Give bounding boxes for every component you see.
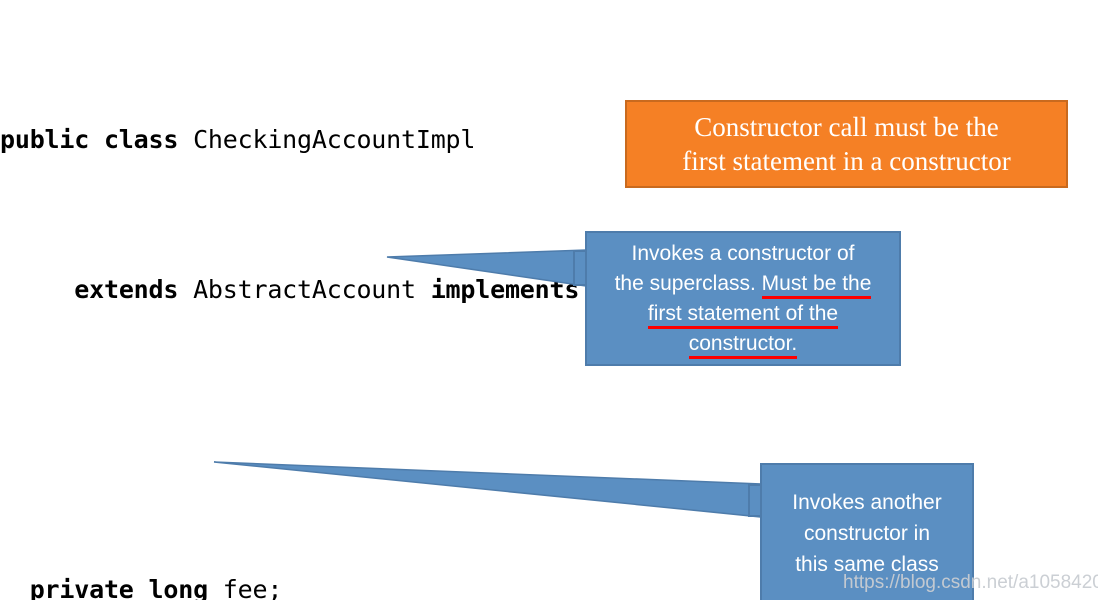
callout-orange-line-2: first statement in a constructor (682, 146, 1011, 176)
slide-canvas: public class CheckingAccountImpl extends… (0, 0, 1098, 600)
callout-blue-super-line-3-underlined: first statement of the (647, 301, 839, 329)
callout-blue-super-line-4: constructor. (688, 329, 798, 359)
callout-blue-this-line-1: Invokes another (792, 490, 942, 514)
callout-blue-super-line-2-underlined: Must be the (761, 271, 872, 299)
callout-blue-super: Invokes a constructor of the superclass.… (585, 231, 901, 366)
code-line-3-blank (0, 421, 1000, 459)
callout-orange-constructor-rule: Constructor call must be the first state… (625, 100, 1068, 188)
callout-blue-super-line-4-underlined: constructor. (688, 331, 798, 359)
callout-blue-super-line-2: the superclass. Must be the (615, 269, 872, 299)
callout-blue-super-line-3: first statement of the (647, 299, 839, 329)
callout-orange-line-1: Constructor call must be the (694, 112, 999, 142)
callout-blue-super-line-2-plain: the superclass. (614, 271, 762, 295)
watermark-text: https://blog.csdn.net/a1058420631 (843, 572, 1098, 593)
callout-blue-this-line-2: constructor in (803, 521, 931, 545)
callout-blue-super-line-1: Invokes a constructor of (631, 241, 855, 265)
